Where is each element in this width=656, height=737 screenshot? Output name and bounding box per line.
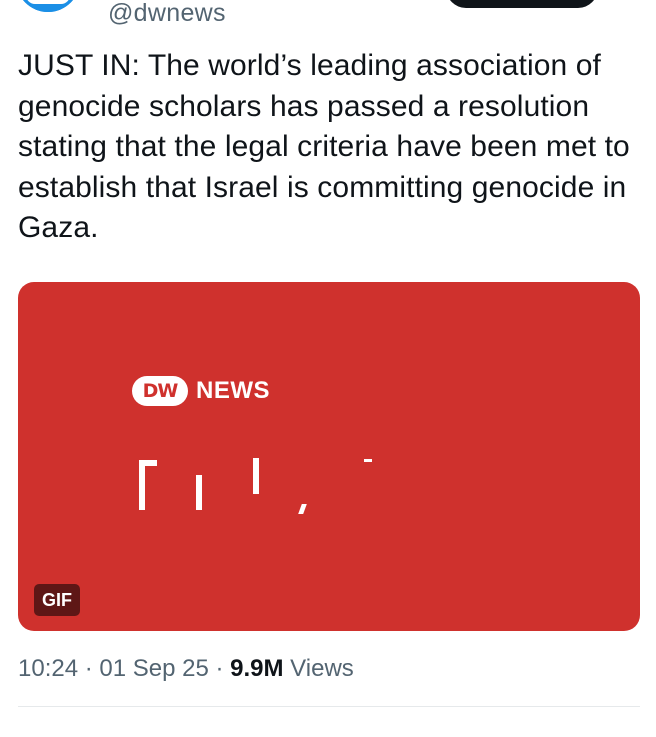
tweet-view: @dwnews JUST IN: The world’s leading ass…: [0, 0, 656, 737]
follow-button[interactable]: [446, 0, 598, 8]
tweet-date[interactable]: 01 Sep 25: [99, 655, 208, 682]
dw-logo-icon: [16, 0, 80, 12]
dw-logo-text: NEWS: [196, 377, 270, 404]
meta-separator: ·: [78, 655, 100, 682]
divider: [18, 706, 640, 707]
tweet-text: JUST IN: The world’s leading association…: [18, 49, 630, 244]
animated-text-fragment: [139, 460, 145, 510]
animated-text-fragment: [364, 459, 372, 462]
animated-text-fragment: [139, 460, 157, 466]
tweet-header: @dwnews: [0, 0, 656, 30]
dw-logo-badge: DW: [132, 376, 188, 406]
avatar[interactable]: [16, 0, 80, 12]
views-label: Views: [283, 655, 354, 682]
animated-text-fragment: [298, 504, 307, 514]
author-handle[interactable]: @dwnews: [108, 0, 226, 28]
tweet-meta: 10:24 · 01 Sep 25 · 9.9M Views: [18, 655, 354, 683]
animated-text-fragment: [253, 458, 259, 494]
views-count: 9.9M: [230, 655, 284, 682]
tweet-time[interactable]: 10:24: [18, 655, 78, 682]
dw-news-logo: DW NEWS: [132, 376, 270, 406]
meta-separator: ·: [208, 655, 231, 682]
gif-badge[interactable]: GIF: [34, 584, 80, 616]
animated-text-fragment: [196, 475, 202, 510]
media-gif[interactable]: DW NEWS GIF: [18, 282, 640, 631]
